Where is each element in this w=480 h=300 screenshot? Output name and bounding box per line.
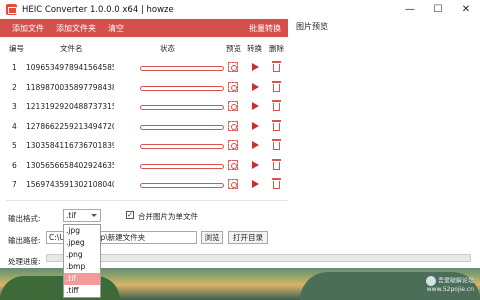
merge-single-file-label: 合并图片为单文件	[138, 212, 198, 221]
convert-play-icon[interactable]	[252, 102, 259, 110]
window-title: HEIC Converter 1.0.0.0 x64 | howze	[22, 4, 174, 15]
header-convert: 转换	[247, 44, 262, 53]
row-status-progress	[140, 183, 224, 188]
preview-icon[interactable]	[228, 62, 238, 72]
header-status: 状态	[160, 44, 175, 53]
open-directory-button[interactable]: 打开目录	[228, 231, 268, 244]
browse-button[interactable]: 浏览	[201, 231, 223, 244]
output-format-select[interactable]: .tif	[63, 209, 101, 222]
clear-button[interactable]: 清空	[102, 23, 130, 34]
maximize-button[interactable]: ☐	[424, 0, 452, 19]
row-filename: 1569743591302108040 1.	[26, 180, 114, 189]
watermark-line2: www.52pojie.cn	[426, 286, 474, 293]
format-option[interactable]: .bmp	[64, 261, 100, 273]
row-status-progress	[140, 124, 224, 130]
header-delete: 删除	[269, 44, 284, 53]
convert-play-icon[interactable]	[252, 82, 259, 91]
format-option[interactable]: .jpeg	[64, 237, 100, 249]
row-status-progress	[140, 66, 224, 71]
format-option[interactable]: .png	[64, 249, 100, 261]
format-option[interactable]: .jpg	[64, 225, 100, 237]
row-number: 7	[12, 180, 17, 189]
preview-label: 图片预览	[296, 22, 328, 31]
row-number: 3	[12, 102, 17, 111]
file-table-header: 编号 文件名 状态 预览 转换 删除	[0, 41, 288, 55]
chevron-down-icon	[91, 214, 97, 217]
delete-trash-icon[interactable]	[272, 178, 281, 189]
row-status-progress	[140, 85, 224, 91]
row-number: 6	[12, 160, 17, 170]
row-filename: 1189870035897798438 1.	[26, 82, 114, 92]
watermark-logo-icon	[425, 276, 436, 286]
convert-play-icon[interactable]	[252, 160, 259, 169]
header-filename: 文件名	[60, 44, 83, 53]
title-bar: HEIC Converter 1.0.0.0 x64 | howze — ☐ ✕	[0, 0, 480, 19]
add-files-button[interactable]: 添加文件	[0, 23, 50, 34]
add-folder-button[interactable]: 添加文件夹	[50, 23, 102, 34]
watermark-line1: 吾爱破解论坛	[437, 277, 474, 285]
row-number: 4	[12, 121, 17, 131]
watermark: 吾爱破解论坛 www.52pojie.cn	[425, 276, 474, 294]
row-status-progress	[140, 144, 224, 149]
format-dropdown-list: .jpg .jpeg .png .bmp .tif .tiff	[63, 224, 101, 298]
checkmark-icon: ✓	[127, 211, 133, 219]
preview-icon[interactable]	[228, 140, 238, 150]
row-status-progress	[140, 163, 224, 169]
convert-play-icon[interactable]	[252, 63, 259, 71]
batch-convert-button[interactable]: 批量转换	[243, 23, 288, 34]
format-option[interactable]: .tiff	[64, 285, 100, 297]
convert-play-icon[interactable]	[252, 180, 259, 188]
row-filename: 1305656658402924635 1.	[26, 160, 114, 170]
delete-trash-icon[interactable]	[272, 61, 281, 72]
divider	[6, 200, 288, 201]
delete-trash-icon[interactable]	[272, 100, 281, 111]
convert-play-icon[interactable]	[252, 121, 259, 130]
image-preview-area	[292, 32, 480, 250]
output-format-label: 输出格式:	[8, 214, 41, 223]
row-number: 1	[12, 63, 17, 72]
row-number: 2	[12, 82, 17, 92]
row-filename: 1303584116736701839.h	[26, 141, 114, 150]
app-logo-icon	[6, 4, 17, 15]
header-preview: 预览	[226, 44, 241, 53]
preview-icon[interactable]	[228, 179, 238, 189]
preview-icon[interactable]	[228, 159, 238, 170]
window-controls: — ☐ ✕	[396, 0, 480, 19]
row-filename: 1213192920488737315 6.	[26, 102, 114, 111]
row-status-progress	[140, 105, 224, 110]
preview-icon[interactable]	[228, 120, 238, 131]
background-hill	[0, 276, 120, 300]
toolbar: 添加文件 添加文件夹 清空 批量转换	[0, 19, 288, 37]
table-row[interactable]: 7 1569743591302108040 1.	[0, 173, 288, 197]
delete-trash-icon[interactable]	[272, 139, 281, 150]
delete-trash-icon[interactable]	[272, 158, 281, 170]
delete-trash-icon[interactable]	[272, 119, 281, 131]
header-number: 编号	[9, 44, 24, 53]
row-filename: 1096534978941564585.	[26, 63, 114, 72]
progress-label: 处理进度:	[8, 257, 41, 266]
preview-icon[interactable]	[228, 81, 238, 92]
close-button[interactable]: ✕	[452, 0, 480, 19]
progress-bar	[46, 254, 471, 262]
output-path-label: 输出路径:	[8, 236, 41, 245]
delete-trash-icon[interactable]	[272, 80, 281, 92]
convert-play-icon[interactable]	[252, 141, 259, 149]
minimize-button[interactable]: —	[396, 0, 424, 19]
merge-single-file-checkbox[interactable]: ✓	[126, 211, 134, 219]
row-number: 5	[12, 141, 17, 150]
output-format-value: .tif	[66, 211, 77, 220]
preview-icon[interactable]	[228, 101, 238, 111]
row-filename: 1278662259213494720 2.	[26, 121, 114, 131]
format-option[interactable]: .tif	[64, 273, 100, 285]
